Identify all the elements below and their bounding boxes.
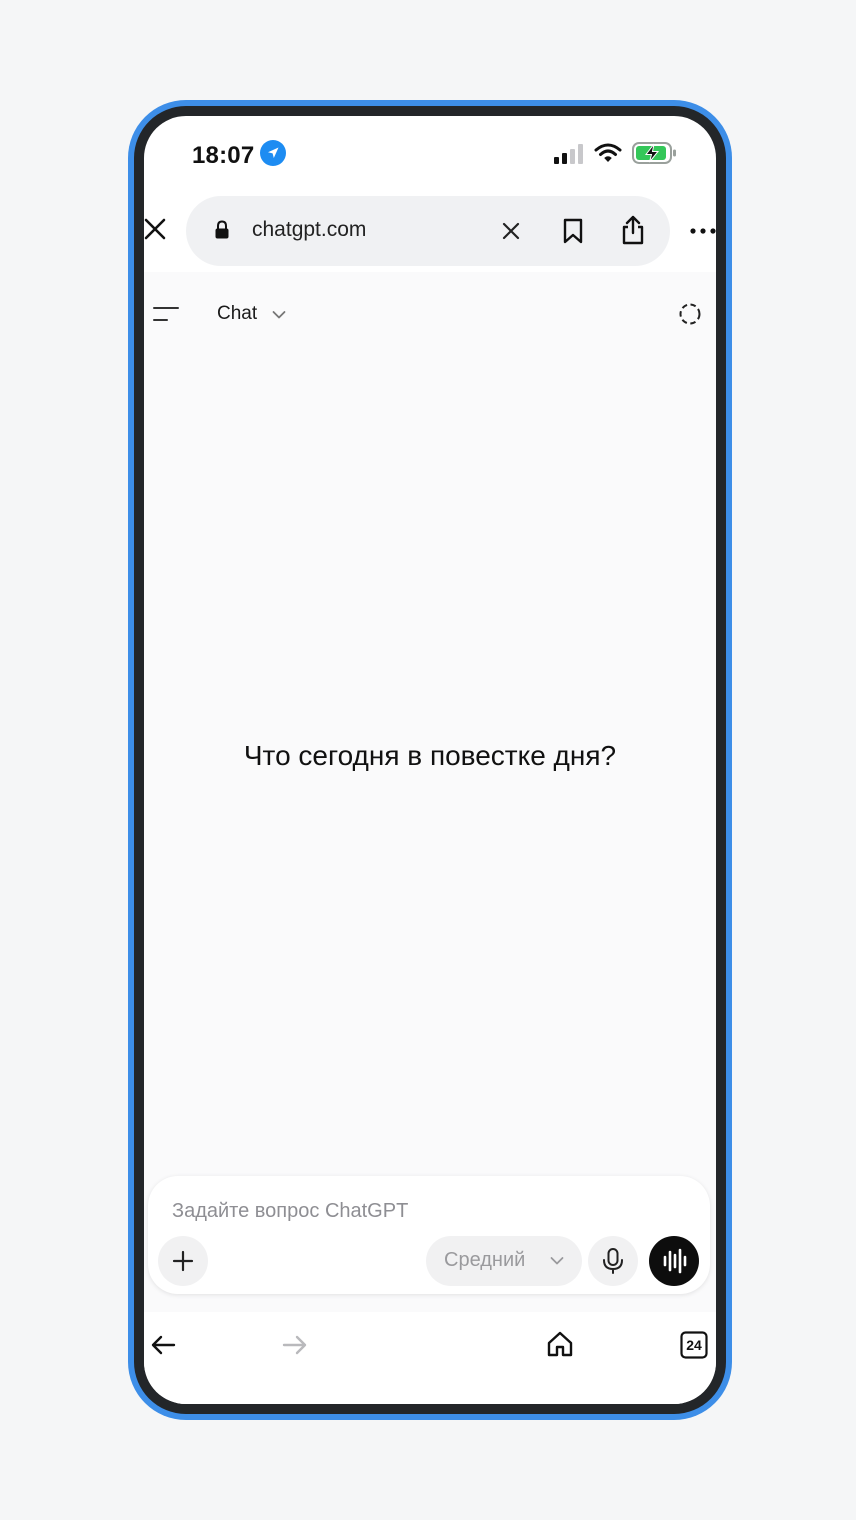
composer: Задайте вопрос ChatGPT Средний — [148, 1176, 710, 1294]
voice-mode-button[interactable] — [649, 1236, 699, 1286]
tabs-button[interactable]: 24 — [680, 1331, 708, 1359]
cellular-signal-icon — [554, 144, 586, 164]
chevron-down-icon[interactable] — [272, 310, 286, 320]
model-mode-label: Средний — [444, 1249, 526, 1271]
browser-toolbar — [144, 1312, 716, 1404]
bookmark-icon[interactable] — [562, 218, 584, 244]
back-arrow-icon[interactable] — [150, 1334, 176, 1356]
menu-icon[interactable] — [153, 306, 179, 322]
chevron-down-icon — [550, 1256, 564, 1266]
more-icon[interactable] — [690, 228, 716, 234]
lock-icon — [214, 220, 230, 240]
phone-frame: 18:07 chatgpt.com Chat Что сегодня в пов… — [128, 100, 732, 1420]
share-icon[interactable] — [620, 214, 646, 246]
greeting-heading: Что сегодня в повестке дня? — [243, 740, 617, 771]
forward-arrow-icon[interactable] — [282, 1334, 308, 1356]
prompt-input[interactable]: Задайте вопрос ChatGPT — [172, 1200, 408, 1223]
close-browser-button[interactable] — [144, 218, 166, 240]
temporary-chat-icon[interactable] — [678, 302, 702, 326]
chat-area — [144, 272, 716, 1312]
battery-charging-icon — [632, 141, 678, 165]
phone-bezel: 18:07 chatgpt.com Chat Что сегодня в пов… — [134, 106, 726, 1414]
mic-icon — [603, 1248, 623, 1274]
dictate-button[interactable] — [588, 1236, 638, 1286]
clear-url-button[interactable] — [502, 222, 520, 240]
screen: 18:07 chatgpt.com Chat Что сегодня в пов… — [144, 116, 716, 1404]
location-arrow-icon — [260, 140, 286, 166]
tabs-count: 24 — [686, 1337, 702, 1353]
model-selector-label[interactable]: Chat — [217, 303, 257, 325]
model-mode-selector[interactable]: Средний — [426, 1236, 582, 1286]
status-time: 18:07 — [192, 142, 255, 169]
voice-mode-icon — [663, 1248, 687, 1274]
wifi-icon — [594, 142, 622, 164]
plus-icon — [172, 1250, 194, 1272]
add-attachment-button[interactable] — [158, 1236, 208, 1286]
home-icon[interactable] — [546, 1330, 574, 1358]
url-text[interactable]: chatgpt.com — [252, 218, 366, 242]
